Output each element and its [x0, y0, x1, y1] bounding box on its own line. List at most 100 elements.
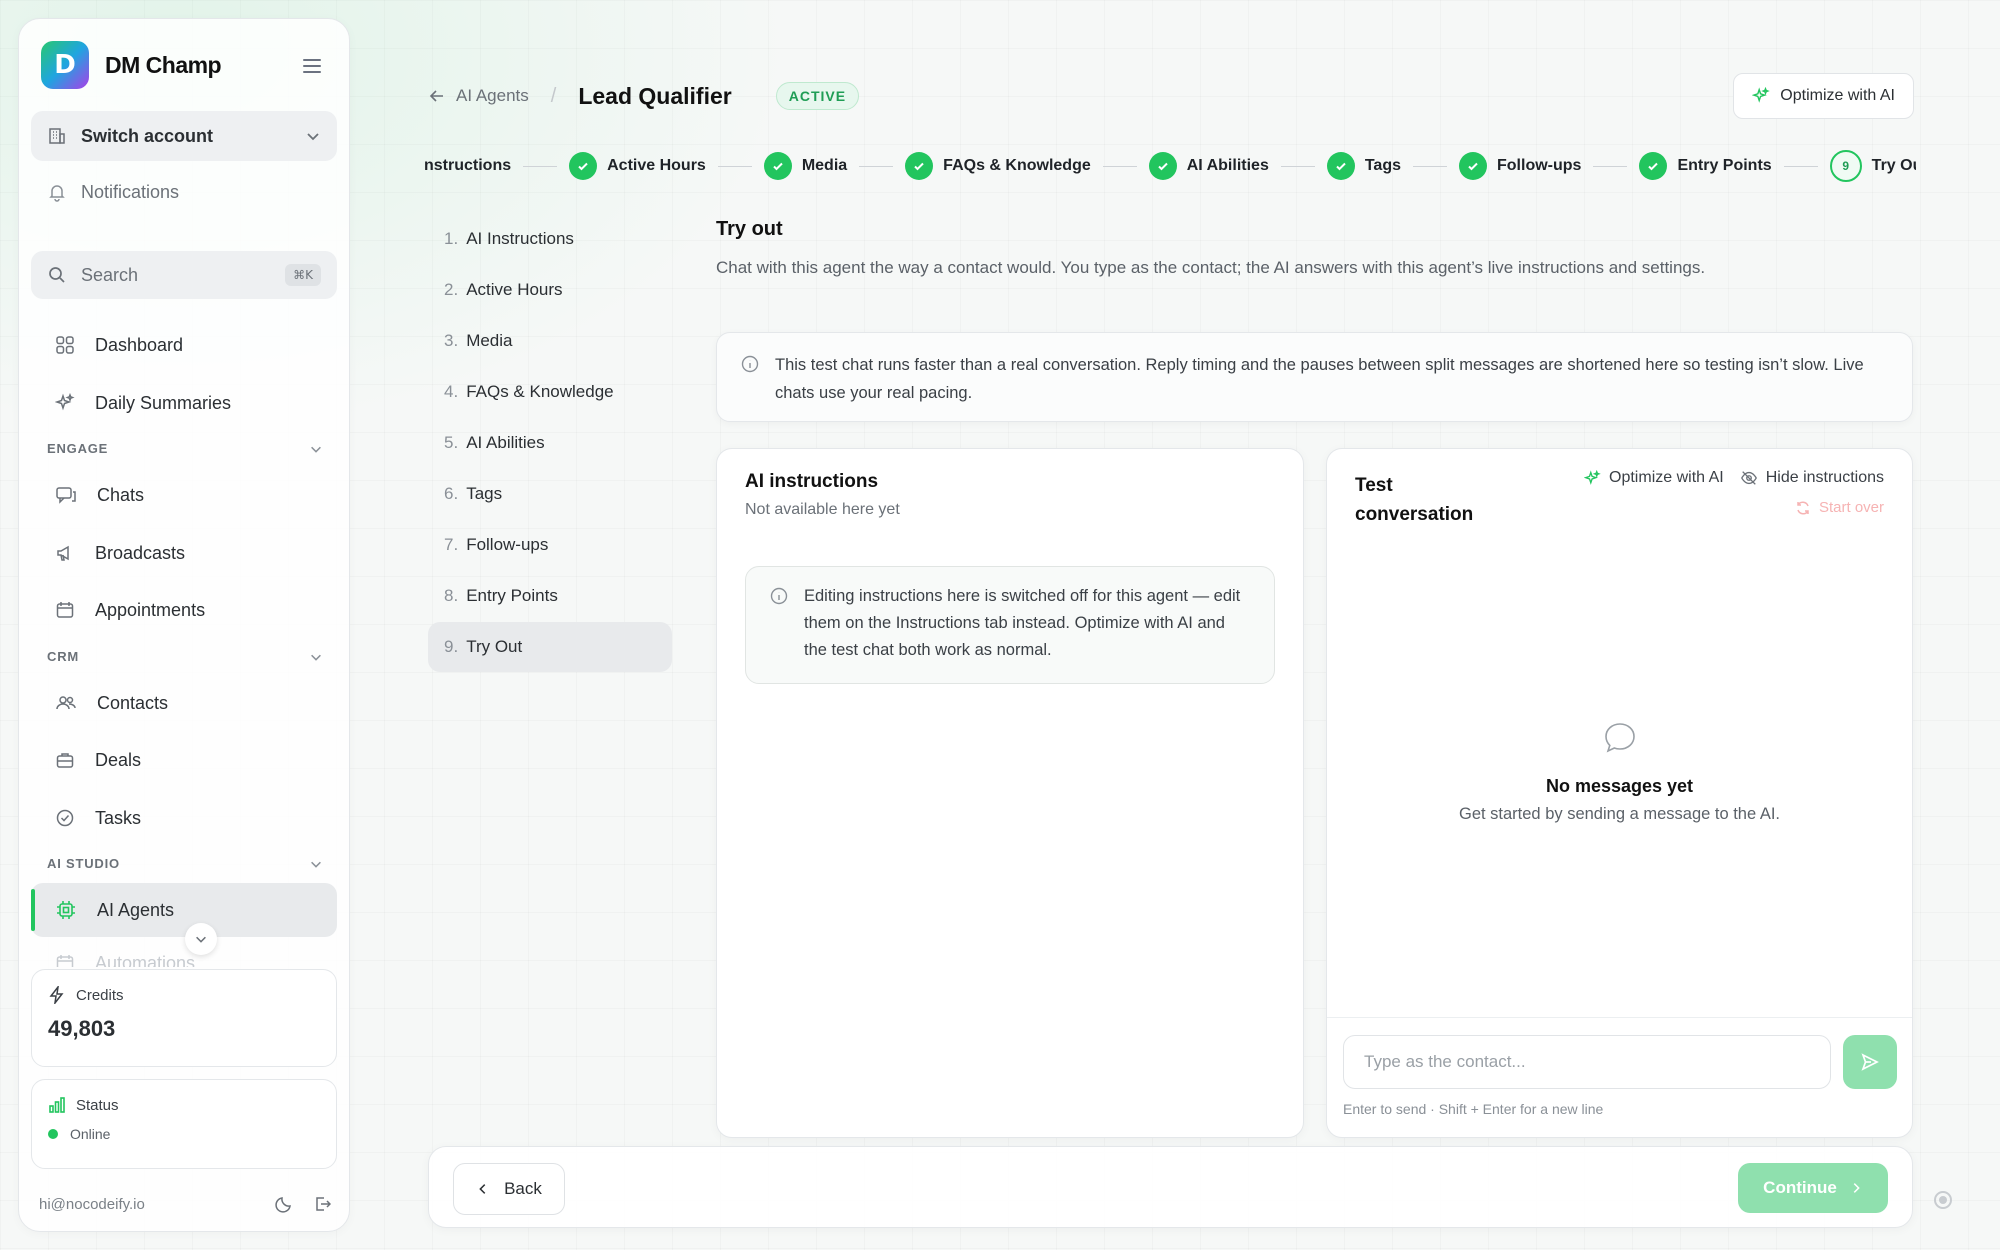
step-try-out[interactable]: 9 Try Out: [1829, 150, 1916, 182]
moon-icon[interactable]: [275, 1195, 293, 1213]
sparkles-icon: [55, 393, 75, 411]
step-label: AI Abilities: [1186, 157, 1269, 174]
sidebar-item-label: Deals: [95, 749, 142, 770]
sidebar-item-dashboard[interactable]: Dashboard: [31, 319, 337, 371]
step-connector: [1102, 165, 1137, 167]
panel-subtitle: Not available here yet: [745, 501, 900, 518]
sidebar-item-chats[interactable]: Chats: [31, 469, 337, 521]
step-list-item[interactable]: 9. Try Out: [428, 622, 672, 672]
notifications-label: Notifications: [81, 181, 180, 202]
step-nstructions[interactable]: nstructions: [424, 157, 511, 175]
test-conversation-panel: Test conversation Optimize with AI Hide …: [1326, 448, 1913, 1138]
switch-account-button[interactable]: Switch account: [31, 111, 337, 161]
bell-icon: [49, 185, 65, 202]
step-list-number: 7.: [444, 535, 459, 554]
user-footer: hi@nocodeify.io: [39, 1195, 331, 1213]
step-connector: [1413, 165, 1447, 167]
progress-stepper: nstructions Active Hours Media FAQs & Knowl…: [424, 150, 1916, 182]
check-icon: [569, 152, 598, 180]
breadcrumb-back-link[interactable]: AI Agents: [428, 86, 529, 106]
step-follow-ups[interactable]: Follow-ups: [1459, 152, 1581, 180]
check-icon: [1148, 152, 1177, 180]
empty-subtitle: Get started by sending a message to the …: [1458, 805, 1781, 823]
sidebar-item-label: Daily Summaries: [95, 392, 232, 413]
chevron-down-icon: [196, 936, 206, 943]
continue-button[interactable]: Continue: [1738, 1163, 1888, 1213]
section-crm[interactable]: CRM: [47, 649, 337, 664]
step-list-item[interactable]: 1. AI Instructions: [428, 214, 672, 264]
logout-icon[interactable]: [313, 1195, 331, 1213]
step-faqs-knowledge[interactable]: FAQs & Knowledge: [905, 152, 1091, 180]
menu-icon[interactable]: [303, 59, 321, 73]
sidebar-item-appointments[interactable]: Appointments: [31, 584, 337, 636]
step-label: Entry Points: [1677, 157, 1772, 174]
step-list-item[interactable]: 6. Tags: [428, 469, 672, 519]
status-value: Online: [70, 1126, 111, 1142]
sidebar-item-label: Automations: [95, 953, 196, 967]
step-label: Active Hours: [607, 157, 706, 174]
step-list-item[interactable]: 5. AI Abilities: [428, 418, 672, 468]
hide-instructions-link[interactable]: Hide instructions: [1740, 469, 1884, 487]
credits-value: 49,803: [48, 1016, 116, 1041]
search-input[interactable]: Search ⌘K: [31, 251, 337, 299]
sparkles-icon: [1584, 469, 1601, 485]
step-list-item[interactable]: 2. Active Hours: [428, 265, 672, 315]
message-input[interactable]: [1343, 1035, 1831, 1089]
section-description: Chat with this agent the way a contact w…: [716, 258, 1706, 277]
chevron-down-icon: [307, 133, 319, 141]
scroll-down-button[interactable]: [185, 923, 217, 955]
panel-title: AI instructions: [745, 471, 879, 492]
notifications-link[interactable]: Notifications: [31, 169, 337, 215]
step-list-item[interactable]: 8. Entry Points: [428, 571, 672, 621]
sidebar-item-broadcasts[interactable]: Broadcasts: [31, 527, 337, 579]
optimize-with-ai-button[interactable]: Optimize with AI: [1733, 73, 1914, 119]
step-tags[interactable]: Tags: [1326, 152, 1401, 180]
step-list-label: FAQs & Knowledge: [466, 382, 614, 401]
lightning-icon: [49, 986, 64, 1004]
step-connector: [523, 165, 558, 167]
step-label: Try Out: [1871, 157, 1916, 174]
step-list-label: Tags: [466, 484, 503, 503]
sidebar-item-automations[interactable]: Automations: [31, 941, 337, 967]
users-icon: [56, 696, 76, 710]
brand-logo: D: [41, 41, 89, 89]
chevron-down-icon: [311, 861, 321, 868]
start-over-button[interactable]: Start over: [1795, 499, 1884, 516]
step-list-label: Try Out: [466, 637, 523, 656]
step-media[interactable]: Media: [763, 152, 847, 180]
sidebar-item-tasks[interactable]: Tasks: [31, 792, 337, 844]
sidebar-item-label: AI Agents: [97, 899, 175, 920]
panel-title: Test conversation: [1355, 475, 1474, 525]
sidebar-item-deals[interactable]: Deals: [31, 734, 337, 786]
step-list-number: 1.: [444, 229, 459, 248]
send-button[interactable]: [1843, 1035, 1897, 1089]
section-engage[interactable]: ENGAGE: [47, 441, 337, 456]
step-list-item[interactable]: 7. Follow-ups: [428, 520, 672, 570]
sidebar-item-contacts[interactable]: Contacts: [31, 677, 337, 729]
sidebar-item-ai-agents[interactable]: AI Agents: [31, 883, 337, 937]
step-ai-abilities[interactable]: AI Abilities: [1148, 152, 1269, 180]
step-label: Follow-ups: [1497, 157, 1582, 174]
step-list-item[interactable]: 3. Media: [428, 316, 672, 366]
sidebar-item-daily-summaries[interactable]: Daily Summaries: [31, 377, 337, 429]
online-dot: [48, 1129, 58, 1139]
optimize-with-ai-link[interactable]: Optimize with AI: [1584, 469, 1724, 487]
step-connector: [859, 165, 894, 167]
record-icon[interactable]: [1934, 1191, 1952, 1209]
credits-label: Credits: [76, 986, 124, 1004]
back-button[interactable]: Back: [453, 1163, 565, 1215]
brand[interactable]: D DM Champ: [41, 41, 222, 89]
step-active-hours[interactable]: Active Hours: [569, 152, 706, 180]
sidebar-item-label: Contacts: [97, 692, 169, 713]
check-circle-icon: [56, 809, 74, 827]
section-ai-studio[interactable]: AI STUDIO: [47, 856, 337, 871]
step-list-item[interactable]: 4. FAQs & Knowledge: [428, 367, 672, 417]
bar-chart-icon: [49, 1097, 65, 1113]
sidebar: D DM Champ Switch account Notifications …: [18, 18, 350, 1232]
step-list-label: AI Instructions: [466, 229, 574, 248]
user-email: hi@nocodeify.io: [39, 1195, 145, 1213]
chat-icon: [56, 487, 76, 504]
info-icon: [741, 355, 759, 373]
step-list-number: 4.: [444, 382, 459, 401]
step-entry-points[interactable]: Entry Points: [1639, 152, 1772, 180]
